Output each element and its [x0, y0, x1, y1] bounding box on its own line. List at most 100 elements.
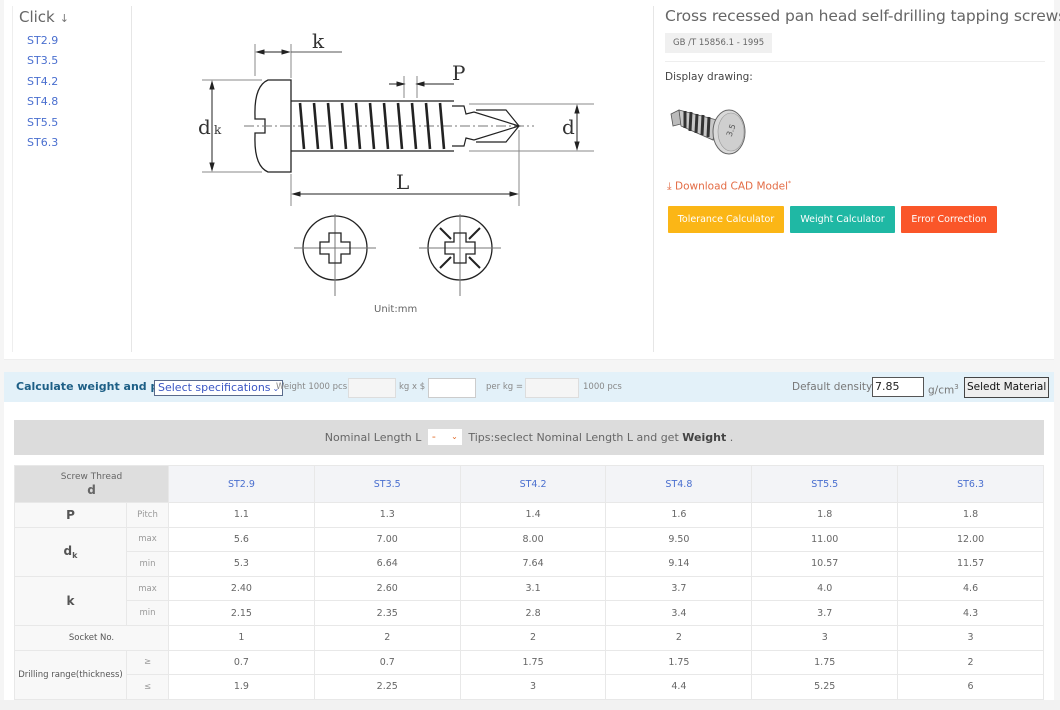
row-label-k: k: [14, 575, 127, 626]
download-cad-text: Download CAD Model: [675, 180, 788, 193]
product-title: Cross recessed pan head self-drilling ta…: [665, 7, 1060, 25]
spec-select[interactable]: Select specifications ⌄: [154, 380, 284, 396]
sidebar-item-st2-9[interactable]: ST2.9: [27, 34, 58, 54]
table-cell: 3.7: [751, 600, 899, 626]
product-card: Click ↓ ST2.9 ST3.5 ST4.2 ST4.8 ST5.5 ST6…: [4, 0, 1060, 360]
tip-suffix: .: [729, 431, 734, 444]
table-cell: 2: [897, 649, 1044, 676]
column-header[interactable]: ST5.5: [751, 465, 899, 503]
column-header[interactable]: ST4.8: [605, 465, 753, 503]
error-correction-button[interactable]: Error Correction: [901, 206, 997, 233]
table-cell: 12.00: [897, 526, 1044, 553]
arrow-down-icon: ↓: [59, 12, 69, 25]
row-sublabel: Pitch: [126, 502, 169, 528]
price-per-kg-input[interactable]: [428, 378, 476, 398]
table-cell: 7.00: [313, 526, 461, 553]
table-cell: 2: [459, 624, 607, 651]
column-header[interactable]: ST2.9: [168, 465, 315, 503]
kg-label: kg x $: [399, 382, 426, 392]
weight-input[interactable]: [348, 378, 396, 398]
tolerance-calculator-button[interactable]: Tolerance Calculator: [668, 206, 784, 233]
spec-table: Screw Thread d ST2.9 ST3.5 ST4.2 ST4.8 S…: [14, 465, 1044, 700]
table-cell: 5.3: [168, 551, 315, 577]
table-cell: 2.35: [313, 600, 461, 626]
spec-table-card: Nominal Length L - ⌄ Tips:seclect Nominal…: [4, 402, 1054, 700]
dk-label-sub: k: [214, 123, 222, 137]
row-sublabel: max: [126, 575, 169, 602]
select-material-button[interactable]: Seledt Material: [964, 377, 1050, 398]
table-cell: 4.0: [751, 575, 899, 602]
table-cell: 2.60: [313, 575, 461, 602]
table-cell: 11.00: [751, 526, 899, 553]
spec-select-value: Select specifications: [158, 381, 271, 394]
l-label: L: [396, 170, 409, 194]
k-arrow-left: [255, 49, 265, 55]
table-cell: 4.4: [605, 674, 753, 700]
screw-product-image: 3.5: [670, 109, 746, 155]
tip-bold: Weight: [682, 431, 727, 444]
table-cell: 5.6: [168, 526, 315, 553]
table-cell: 1.3: [313, 502, 461, 528]
column-header[interactable]: ST6.3: [897, 465, 1044, 503]
nominal-length-select[interactable]: - ⌄: [427, 429, 462, 445]
divider: [665, 61, 1045, 62]
density-label: Default density: [792, 381, 873, 393]
sidebar-item-st4-8[interactable]: ST4.8: [27, 95, 58, 115]
column-header[interactable]: ST4.2: [459, 465, 607, 503]
table-cell: 2.40: [168, 575, 315, 602]
weight-calculator-button[interactable]: Weight Calculator: [790, 206, 895, 233]
sidebar-item-st4-2[interactable]: ST4.2: [27, 75, 58, 95]
d-label: d: [562, 115, 575, 139]
table-row: ≤ 1.9 2.25 3 4.4 5.25 6: [15, 674, 1044, 700]
download-icon: ⤓: [667, 180, 672, 193]
density-input[interactable]: 7.85: [872, 377, 924, 397]
row-sublabel: ≥: [126, 649, 169, 676]
table-cell: 0.7: [313, 649, 461, 676]
row-label-socket: Socket No.: [14, 624, 169, 651]
total-price-input[interactable]: [525, 378, 579, 398]
table-cell: 1.8: [897, 502, 1044, 528]
weight-label: Weight 1000 pcs :: [276, 382, 353, 392]
pozidriv-recess-view: [419, 214, 501, 296]
table-cell: 5.25: [751, 674, 899, 700]
column-header[interactable]: ST3.5: [313, 465, 461, 503]
table-cell: 2: [605, 624, 753, 651]
table-cell: 2.25: [313, 674, 461, 700]
table-cell: 1.75: [459, 649, 607, 676]
screw-drawing-svg: k P d k d L: [198, 29, 594, 296]
table-cell: 2.8: [459, 600, 607, 626]
standard-badge: GB /T 15856.1 - 1995: [665, 33, 773, 53]
sidebar-title-text: Click: [19, 8, 55, 26]
sidebar-item-st3-5[interactable]: ST3.5: [27, 54, 58, 74]
p-label: P: [452, 61, 465, 85]
table-cell: 3: [897, 624, 1044, 651]
table-cell: 6.64: [313, 551, 461, 577]
table-cell: 1.6: [605, 502, 753, 528]
table-cell: 11.57: [897, 551, 1044, 577]
dk-symbol: d: [63, 543, 73, 558]
table-row: P Pitch 1.1 1.3 1.4 1.6 1.8 1.8: [14, 502, 1044, 528]
table-row: k max 2.40 2.60 3.1 3.7 4.0 4.6: [14, 575, 1044, 626]
p-symbol: P: [66, 507, 75, 522]
density-unit-text: g/cm: [928, 384, 955, 397]
nominal-length-value: -: [431, 430, 436, 443]
product-info: Cross recessed pan head self-drilling ta…: [665, 0, 1060, 352]
download-cad-link[interactable]: ⤓ Download CAD Model*: [667, 180, 791, 194]
table-cell: 10.57: [751, 551, 899, 577]
sidebar-item-st6-3[interactable]: ST6.3: [27, 136, 58, 156]
table-cell: 1.1: [168, 502, 315, 528]
table-cell: 2.15: [168, 600, 315, 626]
table-cell: 6: [897, 674, 1044, 700]
corner-header: Screw Thread d: [14, 465, 169, 503]
phillips-recess-view: [294, 214, 376, 296]
sidebar-item-st5-5[interactable]: ST5.5: [27, 116, 58, 136]
table-cell: 1.75: [605, 649, 753, 676]
pcs-label: 1000 pcs: [583, 382, 622, 392]
corner-line1: Screw Thread: [60, 472, 123, 482]
table-header-row: Screw Thread d ST2.9 ST3.5 ST4.2 ST4.8 S…: [14, 465, 1044, 503]
spec-list: ST2.9 ST3.5 ST4.2 ST4.8 ST5.5 ST6.3: [27, 34, 58, 156]
table-cell: 1.4: [459, 502, 607, 528]
cad-mark: *: [788, 180, 791, 187]
table-cell: 8.00: [459, 526, 607, 553]
k-label: k: [312, 29, 325, 53]
